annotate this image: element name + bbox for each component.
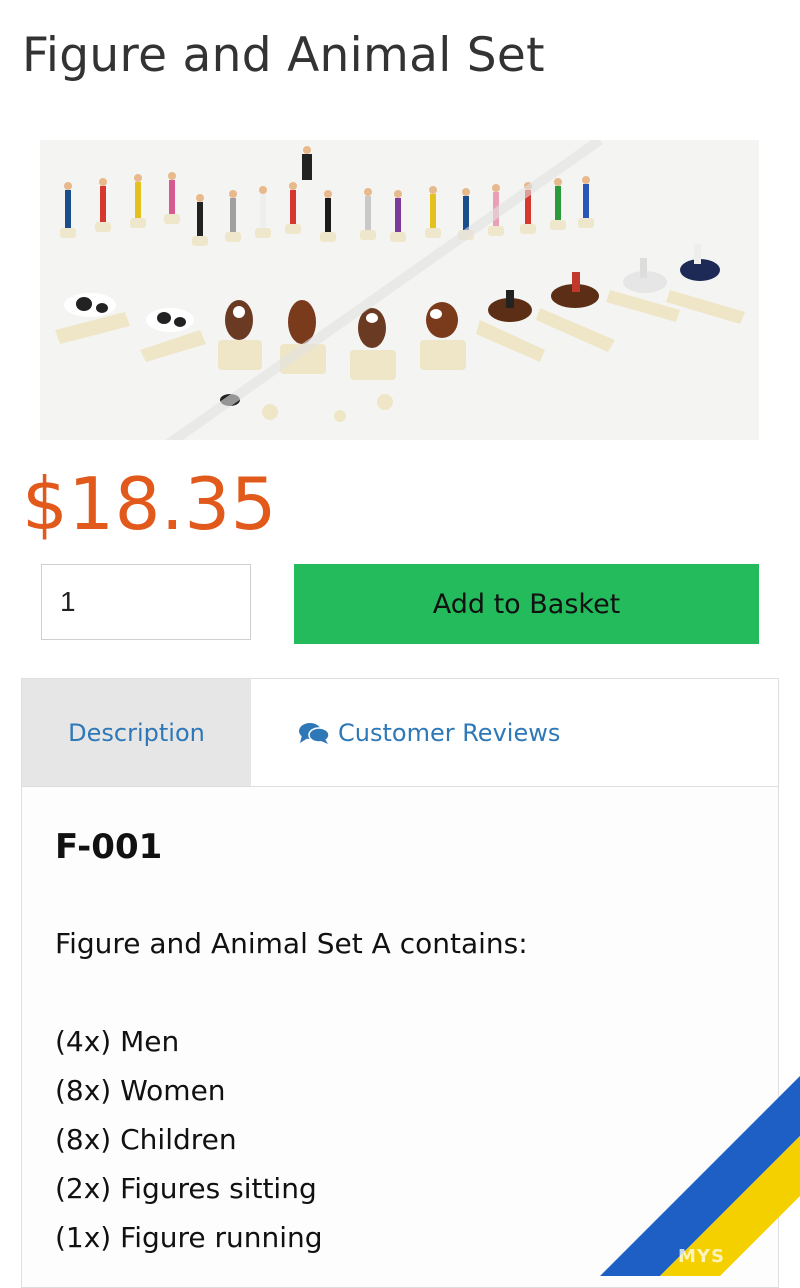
list-item: (8x) Women bbox=[55, 1074, 226, 1107]
product-photo bbox=[40, 140, 759, 440]
product-title: Figure and Animal Set bbox=[22, 28, 545, 83]
quantity-input[interactable] bbox=[41, 564, 251, 640]
product-price: $18.35 bbox=[22, 462, 277, 546]
description-intro: Figure and Animal Set A contains: bbox=[55, 927, 528, 960]
product-sku: F-001 bbox=[55, 827, 163, 867]
comments-icon bbox=[299, 722, 330, 744]
list-item: (1x) Figure running bbox=[55, 1221, 323, 1254]
product-image[interactable] bbox=[40, 140, 759, 440]
tab-bar: Description Customer Reviews bbox=[22, 679, 778, 787]
list-item: (2x) Figures sitting bbox=[55, 1172, 317, 1205]
add-to-basket-button[interactable]: Add to Basket bbox=[294, 564, 759, 644]
list-item: (8x) Children bbox=[55, 1123, 237, 1156]
tab-customer-reviews[interactable]: Customer Reviews bbox=[298, 679, 560, 786]
contents-list: (4x) Men (8x) Women (8x) Children (2x) F… bbox=[55, 1025, 323, 1270]
tab-reviews-label: Customer Reviews bbox=[338, 718, 561, 747]
list-item: (4x) Men bbox=[55, 1025, 180, 1058]
tab-description-label: Description bbox=[68, 718, 205, 747]
watermark-text: MYS bbox=[678, 1246, 725, 1267]
tab-description[interactable]: Description bbox=[22, 679, 251, 786]
